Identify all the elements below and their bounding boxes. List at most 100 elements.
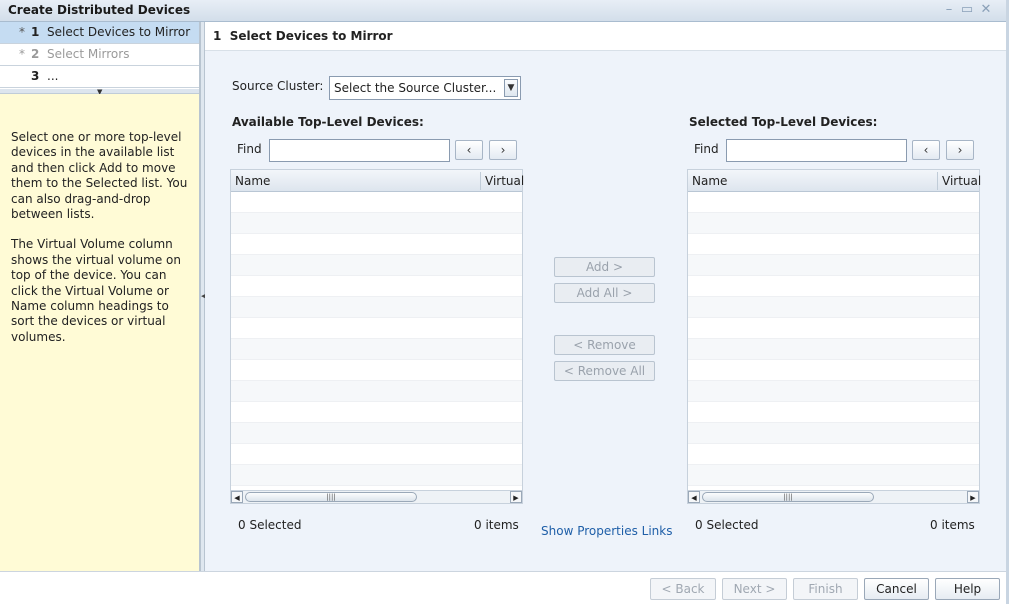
table-row[interactable] bbox=[231, 423, 522, 444]
table-row[interactable] bbox=[231, 192, 522, 213]
selected-find-prev-button[interactable]: ‹ bbox=[912, 140, 940, 160]
table-row[interactable] bbox=[688, 213, 979, 234]
help-button[interactable]: Help bbox=[935, 578, 1000, 600]
selected-find-input[interactable] bbox=[726, 139, 907, 162]
selected-title: Selected Top-Level Devices: bbox=[689, 115, 878, 129]
title-bar: Create Distributed Devices – ▭ ✕ bbox=[0, 0, 1009, 22]
scroll-thumb[interactable]: |||| bbox=[245, 492, 417, 502]
table-row[interactable] bbox=[688, 360, 979, 381]
table-row[interactable] bbox=[231, 318, 522, 339]
column-header-name[interactable]: Name bbox=[692, 174, 727, 188]
scroll-left-icon[interactable]: ◀ bbox=[688, 491, 700, 503]
selected-devices-table[interactable]: Name Virtual ◀ |||| ▶ bbox=[687, 169, 981, 504]
help-paragraph: Select one or more top-level devices in … bbox=[11, 130, 188, 222]
table-row[interactable] bbox=[231, 297, 522, 318]
table-header: Name Virtual bbox=[231, 170, 524, 192]
step-number: 2 bbox=[31, 47, 40, 61]
source-cluster-label: Source Cluster: bbox=[232, 79, 324, 93]
cancel-button[interactable]: Cancel bbox=[864, 578, 929, 600]
step-label: Select Mirrors bbox=[47, 47, 130, 61]
selected-selected-count: 0 Selected bbox=[695, 518, 759, 532]
scroll-left-icon[interactable]: ◀ bbox=[231, 491, 243, 503]
chevron-right-icon: › bbox=[957, 143, 963, 157]
close-icon[interactable]: ✕ bbox=[979, 3, 993, 17]
step-label: Select Devices to Mirror bbox=[47, 25, 191, 39]
available-devices-table[interactable]: Name Virtual ◀ |||| ▶ bbox=[230, 169, 524, 504]
scroll-thumb[interactable]: |||| bbox=[702, 492, 874, 502]
selected-find-label: Find bbox=[694, 142, 719, 156]
step-heading: 1 Select Devices to Mirror bbox=[213, 29, 393, 43]
help-panel: Select one or more top-level devices in … bbox=[0, 94, 199, 571]
scroll-right-icon[interactable]: ▶ bbox=[967, 491, 979, 503]
table-row[interactable] bbox=[688, 339, 979, 360]
column-header-name[interactable]: Name bbox=[235, 174, 270, 188]
required-marker: * bbox=[19, 47, 25, 61]
minimize-icon[interactable]: – bbox=[942, 3, 956, 17]
table-row[interactable] bbox=[231, 360, 522, 381]
table-row[interactable] bbox=[231, 234, 522, 255]
table-row[interactable] bbox=[688, 297, 979, 318]
table-row[interactable] bbox=[688, 255, 979, 276]
source-cluster-select[interactable]: Select the Source Cluster... ▼ bbox=[329, 76, 521, 100]
available-find-next-button[interactable]: › bbox=[489, 140, 517, 160]
table-row[interactable] bbox=[688, 276, 979, 297]
table-row[interactable] bbox=[231, 276, 522, 297]
table-row[interactable] bbox=[231, 444, 522, 465]
remove-all-button[interactable]: < Remove All bbox=[554, 361, 655, 381]
help-paragraph: The Virtual Volume column shows the virt… bbox=[11, 237, 181, 344]
main-content: Source Cluster: Select the Source Cluste… bbox=[205, 51, 1006, 571]
wizard-steps-panel: * 1 Select Devices to Mirror * 2 Select … bbox=[0, 22, 200, 571]
source-cluster-value: Select the Source Cluster... bbox=[334, 81, 497, 95]
chevron-right-icon: › bbox=[500, 143, 506, 157]
wizard-footer: < Back Next > Finish Cancel Help bbox=[0, 571, 1006, 604]
column-divider[interactable] bbox=[937, 172, 938, 190]
scroll-right-icon[interactable]: ▶ bbox=[510, 491, 522, 503]
column-header-virtual[interactable]: Virtual bbox=[942, 174, 981, 188]
show-properties-link[interactable]: Show Properties Links bbox=[541, 524, 672, 538]
step-more[interactable]: 3 ... bbox=[0, 66, 199, 88]
step-select-mirrors[interactable]: * 2 Select Mirrors bbox=[0, 44, 199, 66]
column-divider[interactable] bbox=[480, 172, 481, 190]
available-find-prev-button[interactable]: ‹ bbox=[455, 140, 483, 160]
table-row[interactable] bbox=[231, 381, 522, 402]
horizontal-scrollbar[interactable]: ◀ |||| ▶ bbox=[688, 490, 979, 503]
step-number: 3 bbox=[31, 69, 40, 83]
table-row[interactable] bbox=[688, 465, 979, 486]
table-header: Name Virtual bbox=[688, 170, 981, 192]
required-marker: * bbox=[19, 25, 25, 39]
table-row[interactable] bbox=[688, 192, 979, 213]
table-row[interactable] bbox=[688, 402, 979, 423]
table-row[interactable] bbox=[231, 339, 522, 360]
remove-button[interactable]: < Remove bbox=[554, 335, 655, 355]
add-button[interactable]: Add > bbox=[554, 257, 655, 277]
table-row[interactable] bbox=[688, 318, 979, 339]
step-label: ... bbox=[47, 69, 59, 83]
table-row[interactable] bbox=[231, 465, 522, 486]
available-find-label: Find bbox=[237, 142, 262, 156]
selected-find-next-button[interactable]: › bbox=[946, 140, 974, 160]
finish-button[interactable]: Finish bbox=[793, 578, 858, 600]
table-row[interactable] bbox=[688, 423, 979, 444]
chevron-left-icon: ‹ bbox=[923, 143, 929, 157]
back-button[interactable]: < Back bbox=[650, 578, 716, 600]
selected-items-count: 0 items bbox=[930, 518, 975, 532]
add-all-button[interactable]: Add All > bbox=[554, 283, 655, 303]
available-title: Available Top-Level Devices: bbox=[232, 115, 424, 129]
chevron-down-icon[interactable]: ▼ bbox=[504, 79, 518, 97]
next-button[interactable]: Next > bbox=[722, 578, 787, 600]
available-find-input[interactable] bbox=[269, 139, 450, 162]
column-header-virtual[interactable]: Virtual bbox=[485, 174, 524, 188]
window-title: Create Distributed Devices bbox=[8, 3, 191, 17]
table-row[interactable] bbox=[688, 234, 979, 255]
step-select-devices[interactable]: * 1 Select Devices to Mirror bbox=[0, 22, 199, 44]
table-row[interactable] bbox=[688, 444, 979, 465]
chevron-left-icon: ‹ bbox=[466, 143, 472, 157]
table-row[interactable] bbox=[231, 255, 522, 276]
maximize-icon[interactable]: ▭ bbox=[960, 3, 974, 17]
step-number: 1 bbox=[31, 25, 40, 39]
table-row[interactable] bbox=[231, 402, 522, 423]
horizontal-scrollbar[interactable]: ◀ |||| ▶ bbox=[231, 490, 522, 503]
table-row[interactable] bbox=[688, 381, 979, 402]
available-items-count: 0 items bbox=[474, 518, 519, 532]
table-row[interactable] bbox=[231, 213, 522, 234]
